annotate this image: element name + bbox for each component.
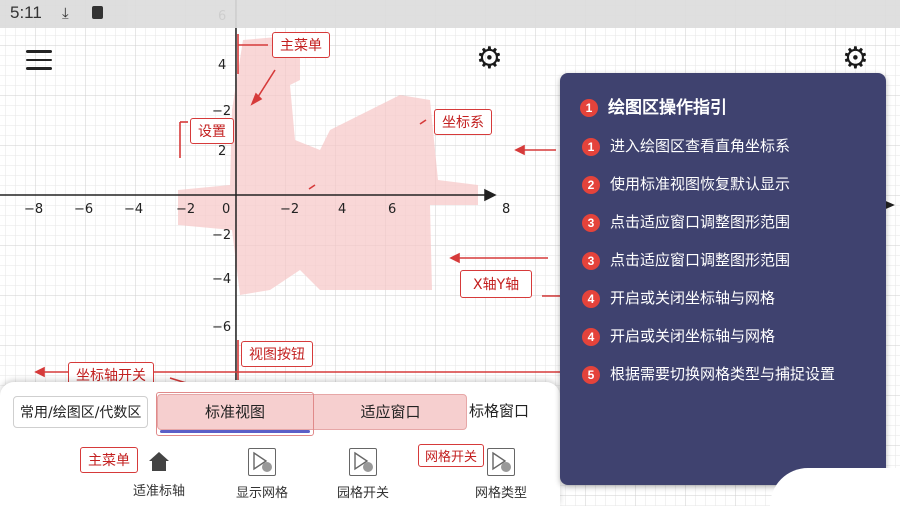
guide-step: 5 根据需要切换网格类型与捕捉设置 [582, 363, 835, 384]
callout-coord-system: 坐标系 [434, 109, 492, 135]
tool-label: 网格类型 [474, 486, 527, 501]
callout-main-menu: 主菜单 [272, 32, 330, 58]
guide-title-text: 绘图区操作指引 [608, 98, 727, 118]
bottom-corner-sheet [770, 468, 900, 506]
grid-show-icon [248, 448, 276, 476]
tool-show-grid[interactable]: 显示网格 [217, 448, 307, 501]
step-number-badge: 5 [582, 365, 600, 384]
guide-step-text: 点击适应窗口调整图形范围 [610, 251, 791, 269]
step-number-badge: 1 [582, 137, 600, 156]
callout-grid-toggle: 网格开关 [418, 444, 485, 467]
guide-step-text: 开启或关闭坐标轴与网格 [610, 327, 776, 345]
tool-grid-toggle[interactable]: 园格开关 [318, 448, 408, 501]
guide-step: 2 使用标准视图恢复默认显示 [582, 173, 790, 194]
guide-step-text: 根据需要切换网格类型与捕捉设置 [610, 365, 836, 383]
guide-step-text: 进入绘图区查看直角坐标系 [610, 137, 791, 155]
grid-type-icon [487, 448, 515, 476]
step-number-badge: 1 [580, 99, 598, 117]
guide-step: 4 开启或关闭坐标轴与网格 [582, 287, 775, 308]
home-icon [146, 448, 172, 474]
step-number-badge: 3 [582, 213, 600, 232]
guide-step: 3 点击适应窗口调整图形范围 [582, 211, 790, 232]
guide-step-text: 使用标准视图恢复默认显示 [610, 175, 791, 193]
segment-outline [156, 392, 314, 436]
guide-step-text: 点击适应窗口调整图形范围 [610, 213, 791, 231]
step-number-badge: 2 [582, 175, 600, 194]
guide-panel-title: 1 绘图区操作指引 [580, 93, 727, 118]
guide-step: 4 开启或关闭坐标轴与网格 [582, 325, 775, 346]
step-number-badge: 3 [582, 251, 600, 270]
tool-label: 园格开关 [336, 486, 389, 501]
guide-panel: 1 绘图区操作指引 1 进入绘图区查看直角坐标系 2 使用标准视图恢复默认显示 3 点击… [560, 73, 886, 485]
step-number-badge: 4 [582, 327, 600, 346]
perspective-button[interactable]: 常用/绘图区/代数区 [13, 396, 149, 428]
fit-window-button[interactable]: 适应窗口 [313, 395, 467, 429]
axis-window-button[interactable]: 标格窗口 [469, 400, 529, 421]
callout-view-buttons: 视图按钮 [241, 341, 313, 367]
callout-main-menu-bottom: 主菜单 [80, 447, 138, 473]
tool-label: 显示网格 [235, 486, 288, 501]
guide-step: 3 点击适应窗口调整图形范围 [582, 249, 790, 270]
grid-toggle-icon [349, 448, 377, 476]
callout-xy-axis: X轴Y轴 [460, 270, 533, 298]
guide-step: 1 进入绘图区查看直角坐标系 [582, 135, 790, 156]
tool-label: 适准标轴 [132, 484, 185, 499]
callout-settings: 设置 [190, 118, 234, 144]
step-number-badge: 4 [582, 289, 600, 308]
guide-step-text: 开启或关闭坐标轴与网格 [610, 289, 776, 307]
